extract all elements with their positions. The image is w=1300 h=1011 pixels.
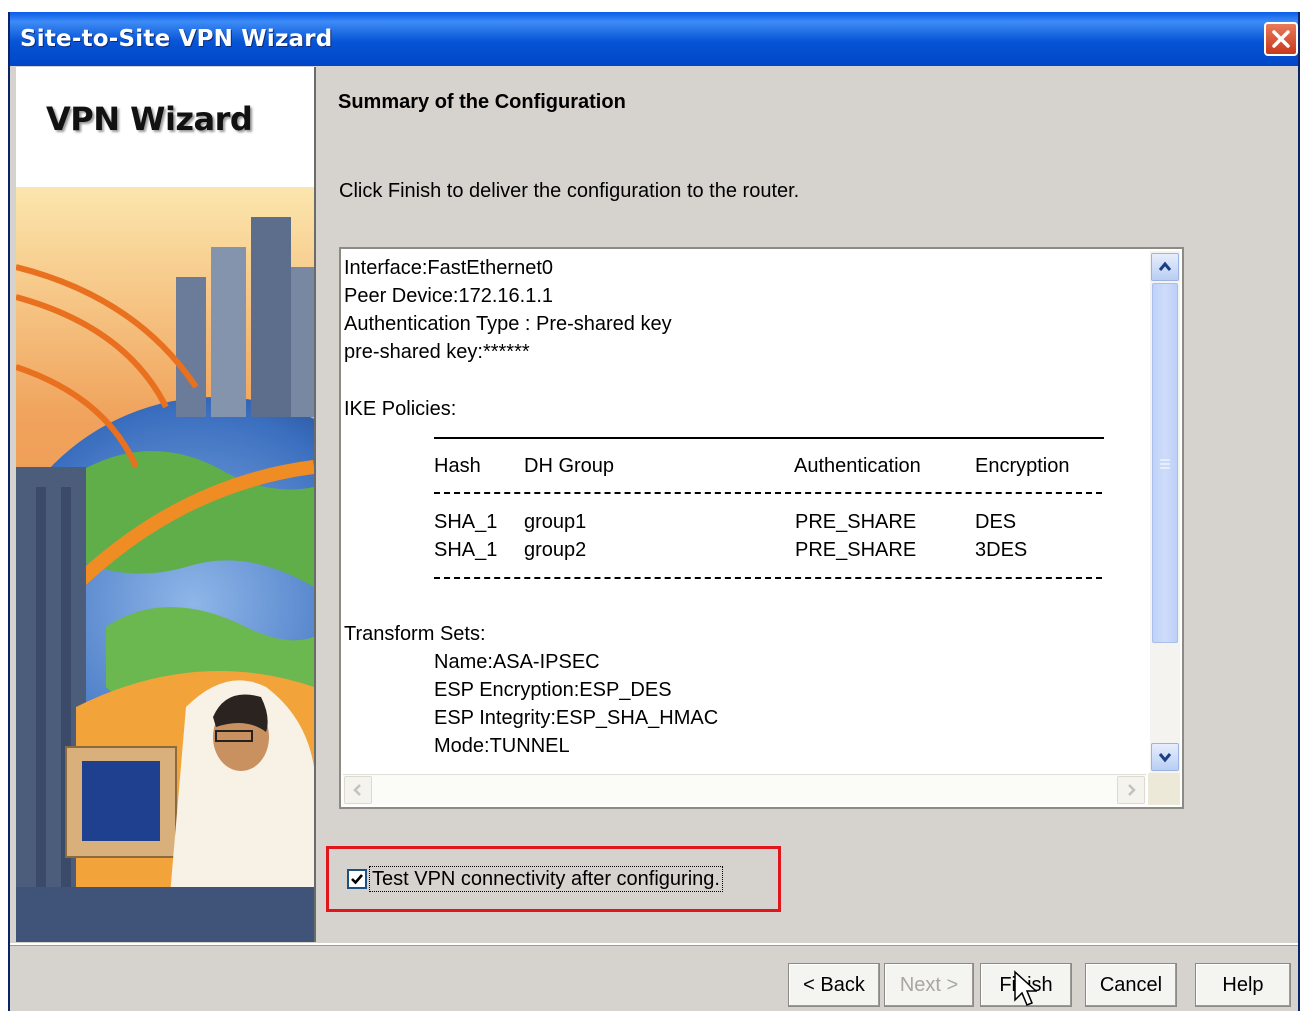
title-bar[interactable]: Site-to-Site VPN Wizard: [10, 12, 1298, 66]
vpn-wizard-dialog: Site-to-Site VPN Wizard VPN Wizard Summa…: [8, 12, 1300, 1011]
transform-mode: Mode:TUNNEL: [434, 735, 570, 757]
close-button[interactable]: [1264, 22, 1298, 56]
chevron-right-icon: [1128, 784, 1136, 796]
vertical-scroll-thumb[interactable]: [1152, 283, 1178, 643]
summary-content: Interface:FastEthernet0 Peer Device:172.…: [344, 253, 1146, 771]
summary-preshared-key: pre-shared key:******: [344, 341, 530, 363]
summary-auth-type: Authentication Type : Pre-shared key: [344, 313, 672, 335]
ike-bottom-separator: [434, 577, 1102, 579]
transform-integrity: ESP Integrity:ESP_SHA_HMAC: [434, 707, 719, 729]
help-button[interactable]: Help: [1195, 963, 1291, 1007]
transform-name: Name:ASA-IPSEC: [434, 651, 600, 673]
ike-row-1-dh-group: group1: [524, 511, 587, 533]
window-title: Site-to-Site VPN Wizard: [20, 26, 333, 52]
button-bar: < Back Next > Finish Cancel Help: [10, 943, 1298, 1011]
horizontal-scrollbar[interactable]: [343, 774, 1146, 805]
ike-row-1-hash: SHA_1: [434, 511, 498, 533]
ike-row-2-authentication: PRE_SHARE: [795, 539, 917, 561]
ike-row-2-encryption: 3DES: [975, 539, 1028, 561]
chevron-up-icon: [1158, 261, 1172, 271]
ike-row-1-authentication: PRE_SHARE: [795, 511, 917, 533]
scroll-right-button[interactable]: [1117, 776, 1145, 804]
wizard-illustration: [16, 67, 314, 942]
ike-header-dh-group: DH Group: [524, 455, 615, 477]
ike-row-1-encryption: DES: [975, 511, 1017, 533]
ike-header-separator: [434, 492, 1102, 494]
test-vpn-highlight: Test VPN connectivity after configuring.: [326, 846, 781, 912]
ike-policies-heading: IKE Policies:: [344, 398, 457, 420]
content-pane: Summary of the Configuration Click Finis…: [316, 67, 1298, 942]
vertical-scrollbar[interactable]: [1150, 251, 1180, 773]
instruction-text: Click Finish to deliver the configuratio…: [339, 180, 800, 202]
section-title: Summary of the Configuration: [338, 91, 626, 113]
ike-header-hash: Hash: [434, 455, 481, 477]
transform-encryption: ESP Encryption:ESP_DES: [434, 679, 672, 701]
back-button[interactable]: < Back: [788, 963, 880, 1007]
next-button[interactable]: Next >: [884, 963, 974, 1007]
wizard-heading: VPN Wizard: [46, 100, 253, 138]
summary-textbox[interactable]: Interface:FastEthernet0 Peer Device:172.…: [339, 247, 1184, 809]
summary-peer-device: Peer Device:172.16.1.1: [344, 285, 554, 307]
chevron-left-icon: [353, 784, 361, 796]
scroll-left-button[interactable]: [344, 776, 372, 804]
chevron-down-icon: [1158, 753, 1172, 763]
close-icon: [1272, 30, 1290, 48]
mouse-pointer-icon: [1014, 970, 1037, 1006]
ike-header-encryption: Encryption: [975, 455, 1070, 477]
transform-sets-heading: Transform Sets:: [344, 623, 486, 645]
ike-row-2-hash: SHA_1: [434, 539, 498, 561]
ike-row-2-dh-group: group2: [524, 539, 587, 561]
test-vpn-checkbox[interactable]: [347, 869, 367, 889]
scroll-up-button[interactable]: [1151, 253, 1179, 281]
checkmark-icon: [351, 874, 363, 885]
wizard-banner: VPN Wizard: [16, 67, 316, 942]
ike-header-authentication: Authentication: [794, 455, 921, 477]
scroll-corner: [1148, 773, 1180, 805]
summary-interface: Interface:FastEthernet0: [344, 257, 554, 279]
grip-icon: [1160, 459, 1170, 469]
ike-table-top-rule: [434, 437, 1104, 439]
test-vpn-label[interactable]: Test VPN connectivity after configuring.: [369, 866, 723, 892]
scroll-down-button[interactable]: [1151, 743, 1179, 771]
cancel-button[interactable]: Cancel: [1085, 963, 1177, 1007]
